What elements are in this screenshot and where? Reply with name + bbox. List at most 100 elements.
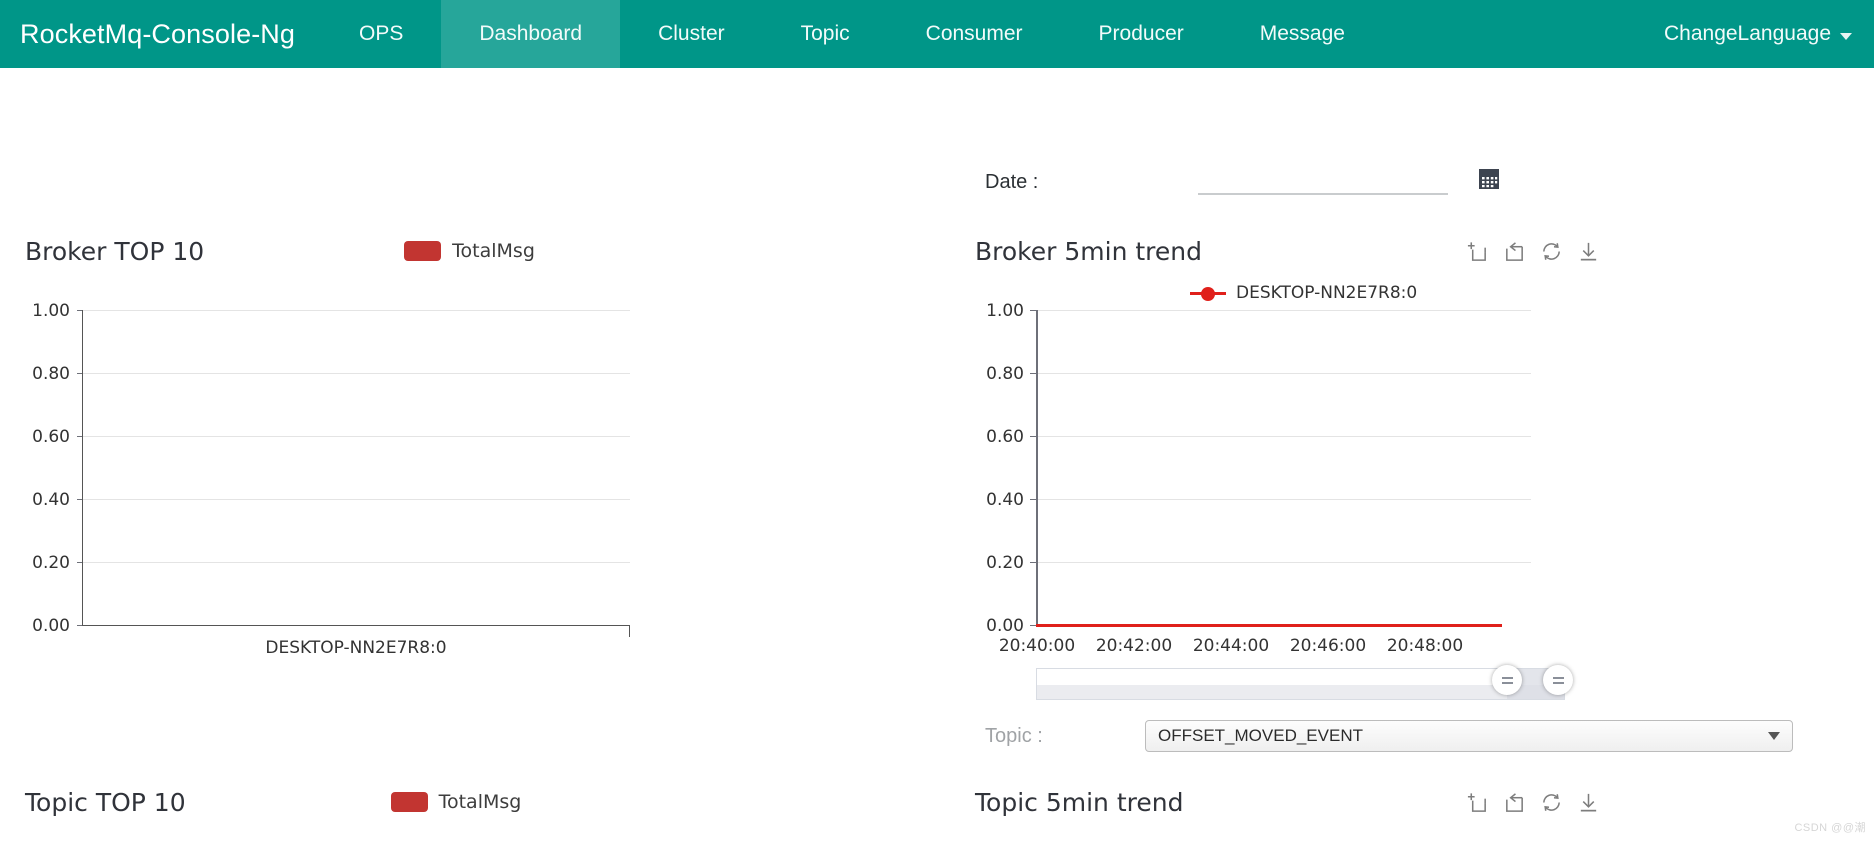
broker-top-10-legend-label: TotalMsg (452, 240, 535, 262)
gridline (82, 310, 630, 311)
y-axis-tick-label: 0.60 (32, 427, 70, 447)
y-tick (77, 310, 82, 311)
y-tick (1030, 562, 1036, 563)
x-axis-tick-label: 20:46:00 (1289, 636, 1367, 656)
data-zoom-back-icon[interactable] (1503, 240, 1526, 263)
nav-item-dashboard[interactable]: Dashboard (441, 0, 621, 68)
gridline (1036, 310, 1531, 311)
change-language-label: ChangeLanguage (1664, 22, 1831, 45)
topic-trend-toolbox (1466, 791, 1600, 814)
y-axis-tick-label: 0.80 (32, 364, 70, 384)
broker-top-10-title: Broker TOP 10 (25, 236, 205, 266)
date-label: Date : (985, 170, 1039, 193)
topic-top-10-legend-label: TotalMsg (438, 791, 522, 813)
y-tick (77, 562, 82, 563)
x-axis-tick-label: 20:48:00 (1386, 636, 1464, 656)
y-axis-tick-label: 0.20 (32, 553, 70, 573)
nav-item-ops[interactable]: OPS (321, 0, 441, 68)
y-tick (1030, 373, 1036, 374)
topic-top-10-legend[interactable]: TotalMsg (390, 791, 522, 813)
nav-item-message[interactable]: Message (1222, 0, 1383, 68)
broker-trend-legend-label: DESKTOP-NN2E7R8:0 (1236, 283, 1418, 303)
broker-5min-trend-chart[interactable]: 1.00 0.80 0.60 0.40 0.20 0.00 20:40:00 2… (975, 301, 1565, 656)
y-tick (1030, 436, 1036, 437)
x-axis-line (82, 625, 630, 626)
y-axis-line (82, 310, 83, 625)
line-legend-marker-icon (1190, 285, 1226, 301)
y-tick (77, 625, 82, 626)
broker-5min-trend-title: Broker 5min trend (975, 236, 1202, 266)
broker-5min-trend-panel: Broker 5min trend (975, 234, 1600, 268)
y-axis-tick-label: 0.00 (986, 616, 1024, 636)
topic-select-value: OFFSET_MOVED_EVENT (1158, 726, 1363, 745)
datazoom-handle-right[interactable] (1543, 665, 1573, 695)
y-axis-line (1036, 310, 1038, 625)
gridline (82, 436, 630, 437)
topic-label: Topic : (985, 724, 1043, 747)
top-navbar: RocketMq-Console-Ng OPS Dashboard Cluste… (0, 0, 1874, 68)
x-axis-tick-label: 20:40:00 (998, 636, 1076, 656)
x-axis-tick-label: DESKTOP-NN2E7R8:0 (265, 638, 447, 658)
y-tick (1030, 310, 1036, 311)
topic-5min-trend-title: Topic 5min trend (975, 787, 1184, 817)
y-tick (77, 499, 82, 500)
data-zoom-icon[interactable] (1466, 240, 1489, 263)
broker-trend-legend[interactable]: DESKTOP-NN2E7R8:0 (1190, 283, 1417, 303)
y-tick (1030, 499, 1036, 500)
topic-5min-trend-panel: Topic 5min trend (975, 785, 1600, 819)
legend-swatch-icon (390, 792, 428, 812)
nav-item-producer[interactable]: Producer (1061, 0, 1222, 68)
nav-item-consumer[interactable]: Consumer (888, 0, 1061, 68)
download-icon[interactable] (1577, 240, 1600, 263)
datazoom-slider[interactable] (1036, 665, 1573, 700)
topic-select[interactable]: OFFSET_MOVED_EVENT (1145, 720, 1793, 752)
y-axis-tick-label: 1.00 (986, 301, 1024, 321)
change-language-dropdown[interactable]: ChangeLanguage (1664, 22, 1852, 46)
y-tick (77, 436, 82, 437)
date-filter: Date : (985, 168, 1500, 196)
y-axis-tick-label: 0.20 (986, 553, 1024, 573)
nav-item-topic[interactable]: Topic (763, 0, 888, 68)
refresh-icon[interactable] (1540, 791, 1563, 814)
datazoom-handle-left[interactable] (1492, 665, 1522, 695)
y-axis-tick-label: 0.40 (986, 490, 1024, 510)
topic-5min-trend-header: Topic 5min trend (975, 785, 1600, 819)
broker-top-10-header: Broker TOP 10 TotalMsg (25, 234, 645, 268)
y-axis-tick-label: 0.60 (986, 427, 1024, 447)
refresh-icon[interactable] (1540, 240, 1563, 263)
series-line-desktop (1036, 624, 1502, 627)
download-icon[interactable] (1577, 791, 1600, 814)
x-axis-tick-label: 20:42:00 (1095, 636, 1173, 656)
gridline (1036, 373, 1531, 374)
gridline (82, 373, 630, 374)
app-brand[interactable]: RocketMq-Console-Ng (0, 0, 321, 68)
gridline (1036, 436, 1531, 437)
gridline (1036, 499, 1531, 500)
gridline (82, 562, 630, 563)
y-axis-tick-label: 0.80 (986, 364, 1024, 384)
broker-top-10-chart[interactable]: 1.00 0.80 0.60 0.40 0.20 0.00 DESKTOP-NN… (25, 301, 645, 658)
date-input[interactable] (1198, 169, 1449, 195)
nav-item-cluster[interactable]: Cluster (620, 0, 763, 68)
gridline (82, 499, 630, 500)
broker-top-10-panel: Broker TOP 10 TotalMsg (25, 234, 645, 268)
handle-grip-icon (1501, 676, 1513, 684)
broker-top-10-legend[interactable]: TotalMsg (404, 240, 535, 262)
chevron-down-icon (1840, 32, 1852, 40)
y-axis-tick-label: 0.00 (32, 616, 70, 636)
nav-item-list: OPS Dashboard Cluster Topic Consumer Pro… (321, 0, 1383, 68)
chevron-down-icon (1768, 732, 1780, 740)
topic-top-10-title: Topic TOP 10 (25, 787, 186, 817)
x-axis-tick-label: 20:44:00 (1192, 636, 1270, 656)
topic-top-10-header: Topic TOP 10 TotalMsg (25, 785, 645, 819)
y-tick (77, 373, 82, 374)
y-axis-tick-label: 1.00 (32, 301, 70, 321)
data-zoom-back-icon[interactable] (1503, 791, 1526, 814)
navbar-right: ChangeLanguage (1664, 0, 1874, 68)
calendar-icon[interactable] (1478, 168, 1500, 190)
broker-trend-toolbox (1466, 240, 1600, 263)
topic-top-10-panel: Topic TOP 10 TotalMsg (25, 785, 645, 819)
y-axis-tick-label: 0.40 (32, 490, 70, 510)
data-zoom-icon[interactable] (1466, 791, 1489, 814)
watermark: CSDN @@潮 (1794, 822, 1866, 834)
